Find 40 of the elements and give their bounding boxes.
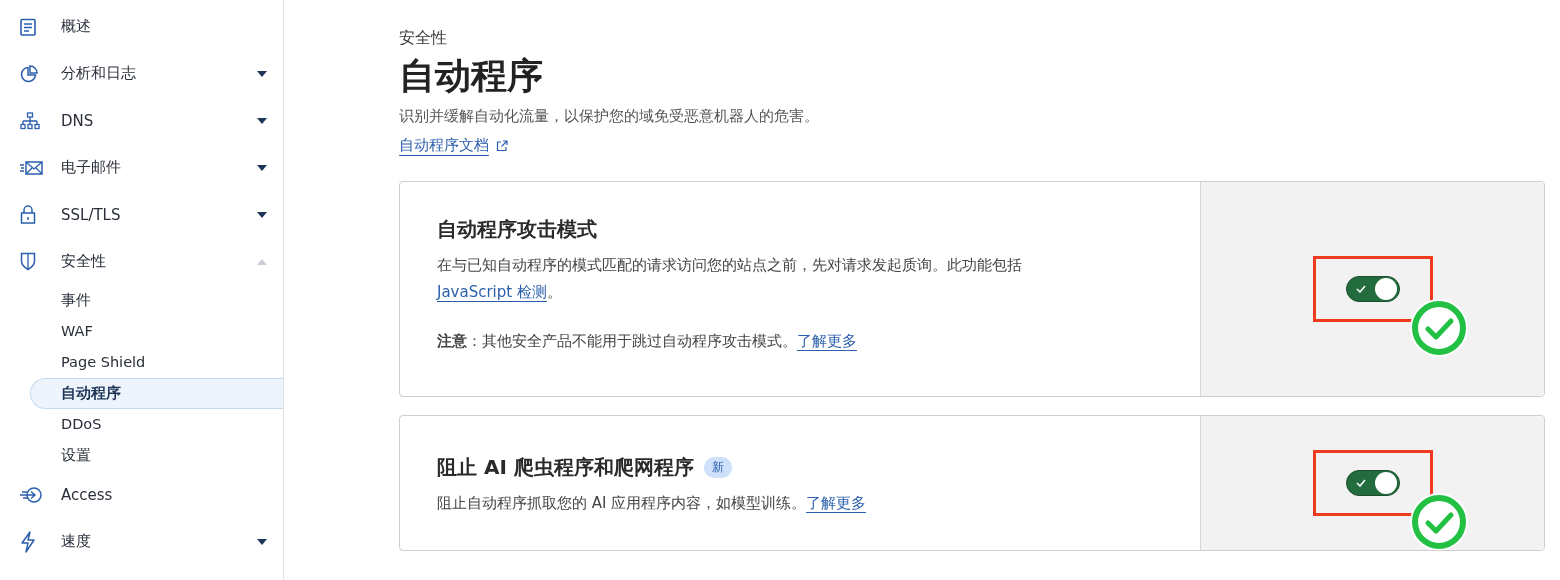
docs-link[interactable]: 自动程序文档	[399, 136, 489, 156]
check-icon	[1355, 285, 1366, 293]
nav-item[interactable]: 安全性	[0, 238, 283, 285]
nav-item[interactable]: 概述	[0, 3, 283, 50]
lightning-icon	[20, 530, 36, 553]
toggle-switch[interactable]	[1345, 276, 1400, 302]
nav-subitem[interactable]: 事件	[0, 285, 283, 316]
card-description: 阻止自动程序抓取您的 AI 应用程序内容，如模型训练。了解更多	[437, 493, 868, 515]
shield-icon	[20, 252, 36, 271]
nav-item[interactable]: 电子邮件	[0, 144, 283, 191]
page-title: 自动程序	[399, 54, 544, 98]
check-icon	[1355, 479, 1366, 487]
nav-subitem[interactable]: WAF	[0, 316, 283, 347]
pie-chart-icon	[20, 64, 38, 83]
learn-more-link[interactable]: 了解更多	[797, 332, 857, 351]
nav-item[interactable]: 速度	[0, 518, 283, 565]
card-note: 注意：其他安全产品不能用于跳过自动程序攻击模式。了解更多	[437, 332, 858, 351]
breadcrumb: 安全性	[399, 28, 448, 49]
external-link-icon	[496, 140, 508, 152]
lock-icon	[20, 205, 36, 224]
nav-item[interactable]: SSL/TLS	[0, 191, 283, 238]
learn-more-link[interactable]: JavaScript 检测	[437, 283, 547, 302]
network-icon	[20, 111, 40, 130]
card-description: 在与已知自动程序的模式匹配的请求访问您的站点之前，先对请求发起质询。此功能包括 JavaScript 检测。	[437, 255, 1023, 304]
nav-subitem[interactable]: 设置	[0, 440, 283, 471]
nav-item[interactable]: DNS	[0, 97, 283, 144]
nav-subitem[interactable]: DDoS	[0, 409, 283, 440]
nav-item[interactable]: 分析和日志	[0, 50, 283, 97]
document-icon	[20, 17, 36, 36]
learn-more-link[interactable]: 了解更多	[806, 494, 867, 513]
nav-subitem[interactable]: 自动程序	[30, 378, 283, 409]
card-title: 自动程序攻击模式	[437, 216, 597, 243]
envelope-icon	[20, 159, 44, 176]
toggle-switch[interactable]	[1345, 470, 1400, 496]
page-description: 识别并缓解自动化流量，以保护您的域免受恶意机器人的危害。	[399, 107, 820, 126]
card-title: 阻止 AI 爬虫程序和爬网程序	[437, 454, 694, 481]
login-icon	[20, 485, 44, 504]
nav-subitem[interactable]: Page Shield	[0, 347, 283, 378]
new-badge: 新	[703, 457, 732, 478]
nav-item[interactable]: Access	[0, 471, 283, 518]
